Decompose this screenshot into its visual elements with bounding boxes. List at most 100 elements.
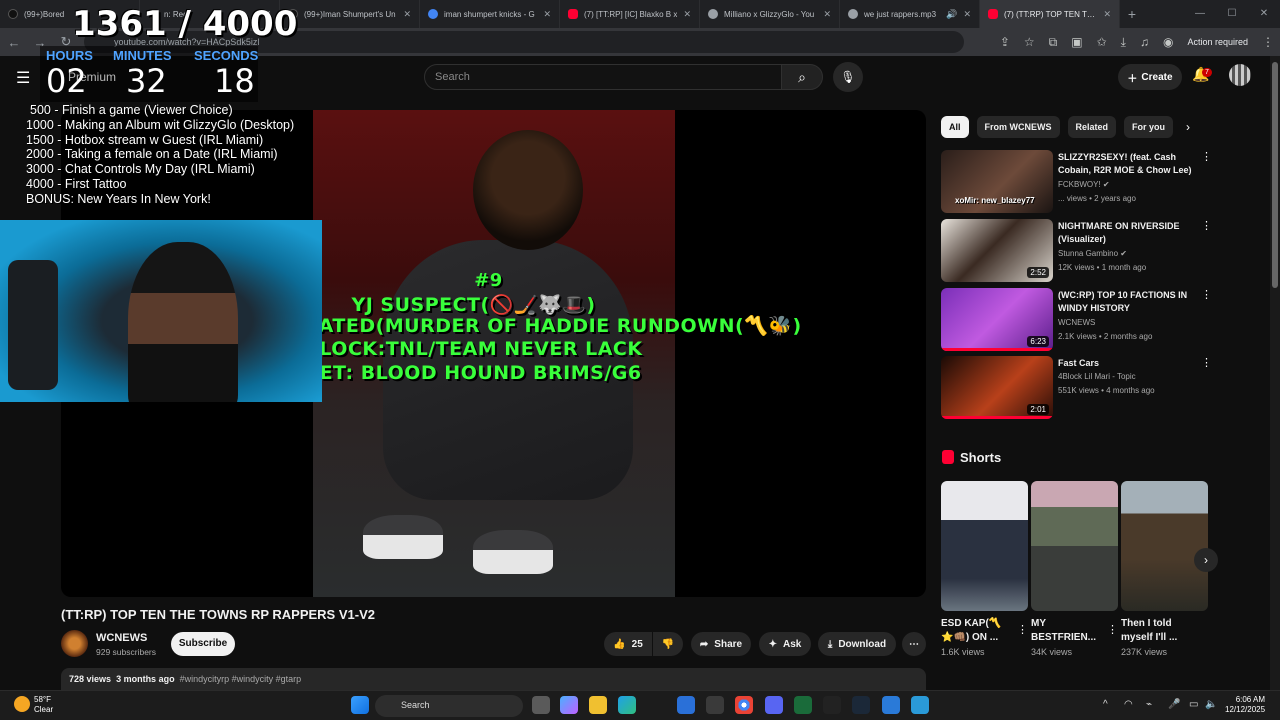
short-thumbnail[interactable] (1121, 481, 1208, 611)
browser-tab[interactable]: (7) [TT:RP] [IC] Blaxko B x ✕ (560, 0, 700, 28)
bookmark-star-icon[interactable]: ☆ (1024, 35, 1035, 49)
microphone-tray-icon[interactable]: 🎤 (1168, 699, 1180, 710)
short-item[interactable]: ESD KAP(〽️⭐👊🏽) ON ... 1.6K views ⋮ (941, 481, 1028, 657)
close-tab-icon[interactable]: ✕ (963, 9, 971, 20)
scrollbar-thumb[interactable] (1272, 62, 1278, 288)
downloads-icon[interactable]: ⤓ (1121, 35, 1126, 50)
notepad-icon[interactable] (911, 696, 929, 714)
discord-icon[interactable] (765, 696, 783, 714)
browser-tab[interactable]: we just rappers.mp3 🔊 ✕ (840, 0, 980, 28)
xbox-icon[interactable] (794, 696, 812, 714)
channel-name[interactable]: WCNEWS (96, 632, 147, 644)
subscribe-button[interactable]: Subscribe (171, 632, 235, 656)
file-explorer-icon[interactable] (589, 696, 607, 714)
search-button[interactable]: ⌕ (781, 64, 823, 90)
tab-title: iman shumpert knicks - G (444, 9, 535, 19)
video-thumbnail[interactable]: 6:23 (941, 288, 1053, 351)
weather-widget[interactable]: 58°F Clear (34, 695, 53, 715)
short-thumbnail[interactable] (941, 481, 1028, 611)
close-window-icon[interactable]: ✕ (1248, 0, 1280, 28)
search-input[interactable]: Search (424, 64, 782, 90)
favorites-icon[interactable]: ✩ (1097, 35, 1107, 49)
action-required-button[interactable]: Action required (1187, 37, 1248, 47)
weather-icon[interactable] (14, 696, 30, 712)
browser-tab[interactable]: (99+)Iman Shumpert's Un ✕ (280, 0, 420, 28)
hamburger-menu-icon[interactable]: ☰ (16, 68, 30, 88)
more-options-icon[interactable]: ⋮ (1017, 623, 1028, 636)
recommendation-item[interactable]: 2:01 Fast Cars 4Block Lil Mari - Topic 5… (941, 356, 1212, 420)
network-icon[interactable]: ⌁ (1146, 699, 1152, 710)
video-thumbnail[interactable]: 2:52 (941, 219, 1053, 282)
chrome-icon[interactable] (735, 696, 753, 714)
voice-search-button[interactable]: 🎙 (833, 62, 863, 92)
app-icon[interactable] (706, 696, 724, 714)
description-box[interactable]: 728 views 3 months ago #windycityrp #win… (61, 668, 926, 690)
chip-related[interactable]: Related (1067, 116, 1117, 138)
browser-tab-active[interactable]: (7) (TT:RP) TOP TEN THE T ✕ (980, 0, 1120, 28)
short-thumbnail[interactable] (1031, 481, 1118, 611)
copilot-icon[interactable] (560, 696, 578, 714)
chevron-right-icon[interactable]: › (1186, 120, 1190, 134)
minimize-icon[interactable]: — (1184, 0, 1216, 28)
split-screen-icon[interactable]: ▣ (1071, 35, 1082, 49)
capcut-icon[interactable] (823, 696, 841, 714)
more-options-icon[interactable]: ⋮ (1107, 623, 1118, 636)
task-view-icon[interactable] (532, 696, 550, 714)
ask-button[interactable]: ✦ Ask (759, 632, 811, 656)
more-options-icon[interactable]: ⋮ (1201, 150, 1212, 163)
windows-start-icon[interactable] (351, 696, 369, 714)
download-button[interactable]: ⤓ Download (818, 632, 896, 656)
weather-condition: Clear (34, 705, 54, 714)
new-tab-button[interactable]: + (1120, 6, 1144, 22)
chip-from-channel[interactable]: From WCNEWS (976, 116, 1060, 138)
recommendation-item[interactable]: xoMir: new_blazey77 SLIZZYR2SEXY! (feat.… (941, 150, 1212, 214)
taskbar-clock[interactable]: 6:06 AM 12/12/2025 (1225, 695, 1265, 715)
extensions-icon[interactable]: ⧉ (1049, 35, 1058, 50)
app-icon[interactable] (882, 696, 900, 714)
close-tab-icon[interactable]: ✕ (1103, 9, 1111, 20)
close-tab-icon[interactable]: ✕ (683, 9, 691, 20)
short-item[interactable]: MY BESTFRIEN... 34K views ⋮ (1031, 481, 1118, 657)
close-tab-icon[interactable]: ✕ (823, 9, 831, 20)
hashtags[interactable]: #windycityrp #windycity #gtarp (180, 674, 302, 684)
display-icon[interactable]: ▭ (1189, 699, 1198, 710)
install-app-icon[interactable]: ⇪ (1000, 35, 1010, 49)
share-button[interactable]: ➦ Share (691, 632, 751, 656)
browser-tab[interactable]: Milliano x GlizzyGlo - You ✕ (700, 0, 840, 28)
video-thumbnail[interactable]: xoMir: new_blazey77 (941, 150, 1053, 213)
edge-icon[interactable] (618, 696, 636, 714)
dislike-button[interactable]: 👎 (653, 632, 683, 656)
tray-overflow-icon[interactable]: ^ (1103, 699, 1108, 710)
close-tab-icon[interactable]: ✕ (403, 9, 411, 20)
chip-all[interactable]: All (941, 116, 969, 138)
volume-icon[interactable]: 🔈 (1205, 699, 1217, 710)
shorts-next-button[interactable]: › (1194, 548, 1218, 572)
short-item[interactable]: Then I told myself I'll ... 237K views (1121, 481, 1208, 657)
more-options-icon[interactable]: ⋮ (1201, 288, 1212, 301)
more-options-icon[interactable]: ⋮ (1201, 219, 1212, 232)
chip-for-you[interactable]: For you (1124, 116, 1174, 138)
steam-icon[interactable] (852, 696, 870, 714)
recommendation-item[interactable]: 6:23 (WC:RP) TOP 10 FACTIONS IN WINDY HI… (941, 288, 1212, 352)
video-thumbnail[interactable]: 2:01 (941, 356, 1053, 419)
menu-dots-icon[interactable]: ⋮ (1262, 35, 1274, 49)
profile-icon[interactable]: ◉ (1163, 35, 1173, 49)
back-icon[interactable]: ← (6, 35, 22, 50)
speaker-icon[interactable]: 🔊 (946, 9, 957, 20)
short-views: 1.6K views (941, 647, 985, 657)
channel-avatar[interactable] (61, 630, 88, 657)
like-button[interactable]: 👍 25 (604, 632, 652, 656)
more-actions-button[interactable]: ⋯ (902, 632, 926, 656)
wifi-icon[interactable]: ◠ (1124, 699, 1133, 710)
avatar[interactable] (1229, 64, 1251, 86)
maximize-icon[interactable]: ☐ (1216, 0, 1248, 28)
taskbar-search[interactable]: Search (375, 695, 523, 717)
outlook-icon[interactable] (677, 696, 695, 714)
page-scrollbar[interactable] (1270, 56, 1280, 690)
more-options-icon[interactable]: ⋮ (1201, 356, 1212, 369)
media-control-icon[interactable]: ♫ (1140, 35, 1149, 49)
browser-tab[interactable]: iman shumpert knicks - G ✕ (420, 0, 560, 28)
recommendation-item[interactable]: 2:52 NIGHTMARE ON RIVERSIDE (Visualizer)… (941, 219, 1212, 283)
create-button[interactable]: ＋ Create (1118, 64, 1182, 90)
close-tab-icon[interactable]: ✕ (543, 9, 551, 20)
